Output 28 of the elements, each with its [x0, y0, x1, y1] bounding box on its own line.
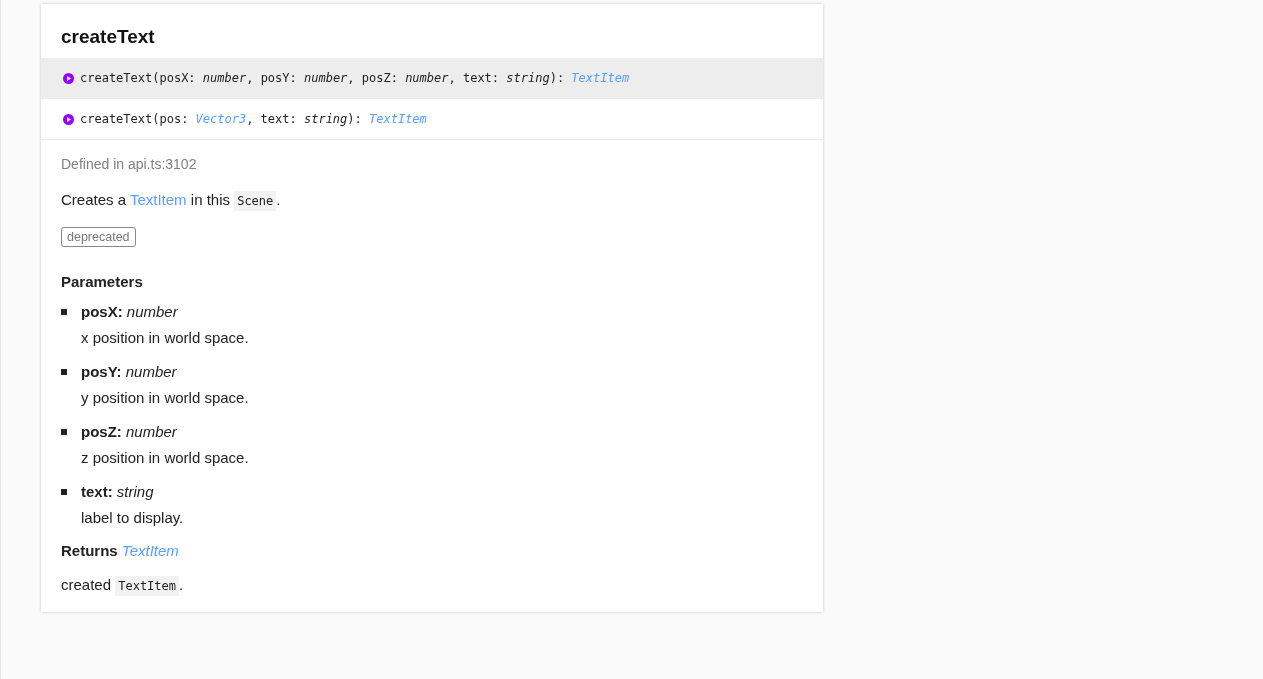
returns-label: Returns	[61, 542, 118, 559]
parameter-name: posY: number	[81, 362, 178, 382]
bullet-icon	[61, 429, 67, 435]
type-link[interactable]: TextItem	[121, 542, 179, 559]
bullet-icon	[61, 309, 67, 315]
signature-item[interactable]: createText(pos: Vector3, text: string): TextItem	[41, 99, 823, 140]
bullet-icon	[61, 369, 67, 375]
parameter-description: x position in world space.	[81, 328, 250, 348]
source-location: Defined in api.ts:3102	[61, 156, 198, 172]
parameter-description: y position in world space.	[81, 388, 250, 408]
play-circle-icon	[63, 72, 74, 84]
method-title: createText	[60, 25, 156, 49]
parameter-description: label to display.	[81, 508, 185, 528]
play-circle-icon	[63, 113, 74, 125]
deprecated-tag: deprecated	[61, 227, 136, 247]
parameters-heading: Parameters	[61, 273, 144, 290]
parameter-name: text: string	[81, 482, 155, 502]
parameter-name: posZ: number	[81, 422, 178, 442]
description-text: Creates a TextItem in this Scene .	[61, 188, 803, 213]
parameter-description: z position in world space.	[81, 448, 250, 468]
type-link[interactable]: TextItem	[571, 71, 630, 85]
type-link[interactable]: TextItem	[369, 112, 427, 126]
returns-description: created TextItem .	[61, 573, 803, 598]
type-link[interactable]: Vector3	[195, 112, 247, 126]
type-link[interactable]: TextItem	[129, 191, 187, 208]
bullet-icon	[61, 489, 67, 495]
signature-item[interactable]: createText(posX: number, posY: number, posZ: number, text: string): TextItem	[41, 58, 823, 99]
parameter-name: posX: number	[81, 302, 179, 322]
